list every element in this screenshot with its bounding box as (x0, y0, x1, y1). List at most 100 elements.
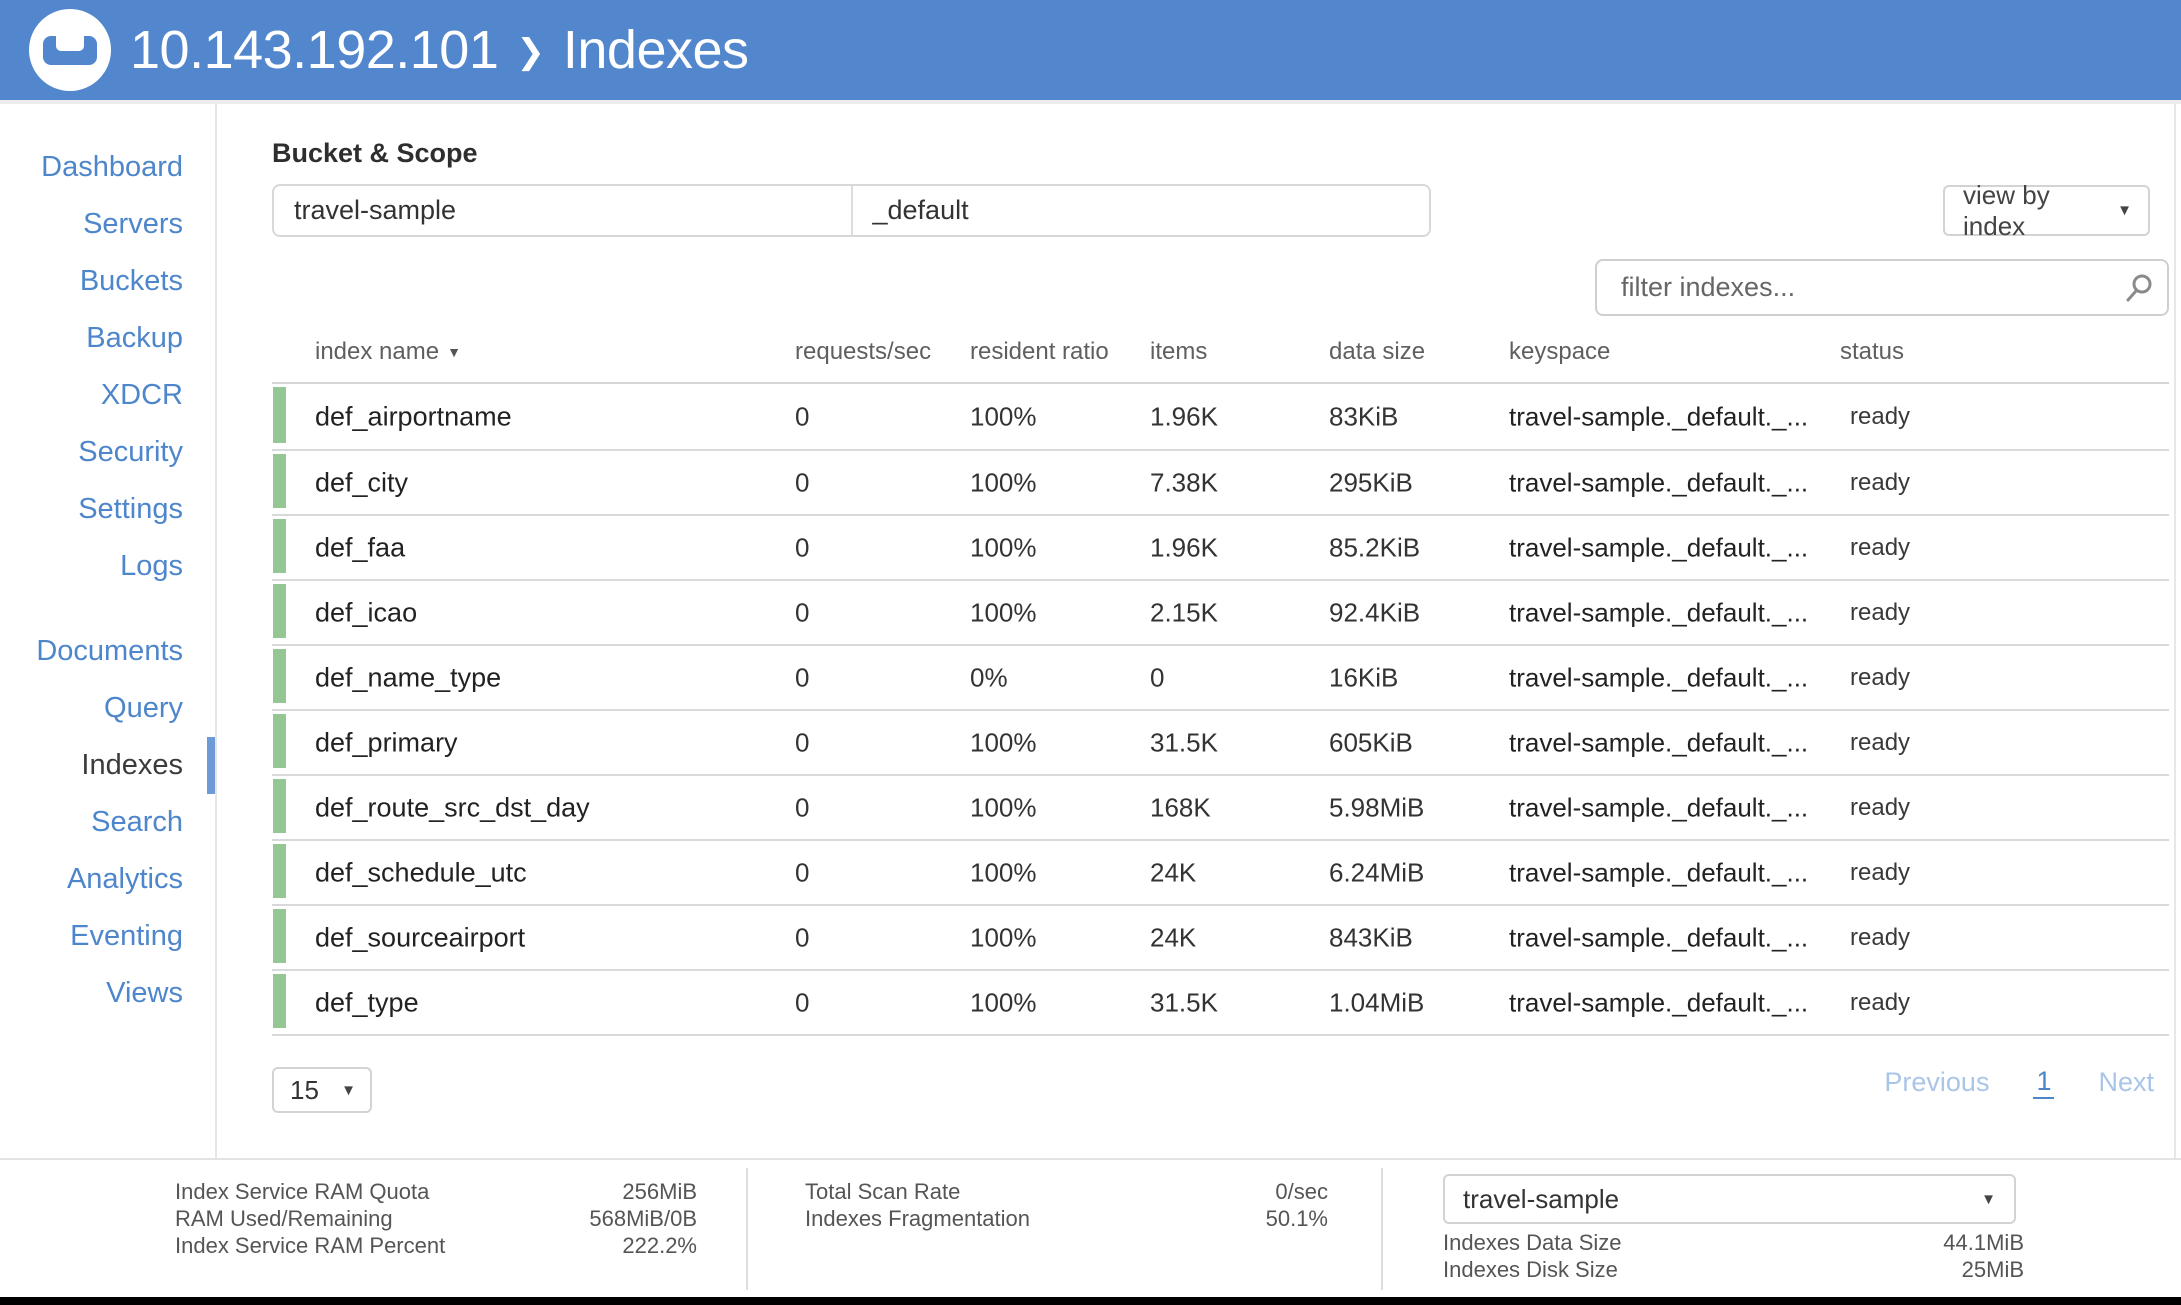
cell-keyspace: travel-sample._default._... (1509, 532, 1809, 562)
bottom-bar (0, 1297, 2181, 1305)
table-row[interactable]: def_type 0 100% 31.5K 1.04MiB travel-sam… (272, 969, 2169, 1034)
chevron-down-icon: ▼ (341, 1081, 356, 1099)
cell-items: 31.5K (1150, 727, 1218, 757)
breadcrumb-separator-icon: ❯ (516, 33, 545, 71)
table-row[interactable]: def_city 0 100% 7.38K 295KiB travel-samp… (272, 449, 2169, 514)
next-page-button[interactable]: Next (2098, 1067, 2154, 1098)
page-title: Indexes (562, 20, 749, 80)
cell-status: ready (1850, 988, 1911, 1016)
index-health-bar (273, 779, 286, 833)
cell-resident-ratio: 0% (970, 662, 1008, 692)
sidebar-item-views[interactable]: Views (0, 965, 215, 1022)
sidebar-item-dashboard[interactable]: Dashboard (0, 139, 215, 196)
cell-status: ready (1850, 793, 1911, 821)
cell-index-name: def_primary (315, 727, 458, 757)
sidebar-item-servers[interactable]: Servers (0, 196, 215, 253)
stats-footer: Index Service RAM Quota 256MiB RAM Used/R… (0, 1158, 2181, 1299)
cell-keyspace: travel-sample._default._... (1509, 922, 1809, 952)
index-health-bar (273, 519, 286, 573)
table-row[interactable]: def_airportname 0 100% 1.96K 83KiB trave… (272, 384, 2169, 449)
sidebar-item-search[interactable]: Search (0, 794, 215, 851)
cell-requests-sec: 0 (795, 532, 810, 562)
cell-requests-sec: 0 (795, 401, 810, 431)
index-health-bar (273, 454, 286, 508)
stat-value: 50.1% (1265, 1206, 1328, 1231)
sort-desc-icon: ▼ (447, 344, 461, 360)
sidebar-item-buckets[interactable]: Buckets (0, 253, 215, 310)
sidebar-item-logs[interactable]: Logs (0, 538, 215, 595)
previous-page-button[interactable]: Previous (1884, 1067, 1989, 1098)
stat-value: 44.1MiB (1943, 1230, 2024, 1255)
cell-resident-ratio: 100% (970, 857, 1037, 887)
column-header-resident-ratio: resident ratio (970, 338, 1109, 365)
sidebar-item-backup[interactable]: Backup (0, 310, 215, 367)
cell-data-size: 295KiB (1329, 467, 1413, 497)
table-row[interactable]: def_name_type 0 0% 0 16KiB travel-sample… (272, 644, 2169, 709)
cell-requests-sec: 0 (795, 792, 810, 822)
content-right-border (2174, 104, 2176, 1297)
table-row[interactable]: def_sourceairport 0 100% 24K 843KiB trav… (272, 904, 2169, 969)
index-health-bar (273, 387, 286, 443)
view-by-index-dropdown[interactable]: view by index ▼ (1943, 180, 2150, 241)
footer-bucket-select[interactable]: travel-sample ▼ (1443, 1174, 2016, 1224)
table-row[interactable]: def_primary 0 100% 31.5K 605KiB travel-s… (272, 709, 2169, 774)
cell-data-size: 16KiB (1329, 662, 1399, 692)
stat-value: 568MiB/0B (589, 1206, 697, 1231)
sidebar-item-indexes[interactable]: Indexes (0, 737, 215, 794)
cell-index-name: def_faa (315, 532, 406, 562)
sidebar-item-documents[interactable]: Documents (0, 623, 215, 680)
cell-status: ready (1850, 858, 1911, 886)
stat-label: Indexes Data Size (1443, 1230, 1622, 1255)
couchbase-console: 10.143.192.101 ❯ Indexes Dashboard Server… (0, 0, 2181, 1305)
stat-value: 0/sec (1275, 1179, 1328, 1204)
cell-items: 31.5K (1150, 987, 1218, 1017)
cell-index-name: def_type (315, 987, 419, 1017)
cell-resident-ratio: 100% (970, 401, 1037, 431)
sidebar-item-settings[interactable]: Settings (0, 481, 215, 538)
cell-items: 1.96K (1150, 401, 1218, 431)
table-row[interactable]: def_schedule_utc 0 100% 24K 6.24MiB trav… (272, 839, 2169, 904)
current-page-button[interactable]: 1 (2033, 1066, 2055, 1099)
stat-label: Index Service RAM Quota (175, 1179, 430, 1204)
sidebar-nav: Dashboard Servers Buckets Backup XDCR Securit… (0, 104, 215, 1022)
sidebar-item-query[interactable]: Query (0, 680, 215, 737)
scope-select[interactable]: _default (850, 186, 1430, 235)
filter-indexes (1595, 259, 2169, 316)
cell-items: 2.15K (1150, 597, 1218, 627)
index-health-bar (273, 974, 286, 1028)
table-row[interactable]: def_route_src_dst_day 0 100% 168K 5.98Mi… (272, 774, 2169, 839)
footer-bucket-value: travel-sample (1463, 1183, 1620, 1214)
table-row[interactable]: def_faa 0 100% 1.96K 85.2KiB travel-samp… (272, 514, 2169, 579)
cell-resident-ratio: 100% (970, 987, 1037, 1017)
table-row[interactable]: def_icao 0 100% 2.15K 92.4KiB travel-sam… (272, 579, 2169, 644)
cell-resident-ratio: 100% (970, 597, 1037, 627)
bucket-select[interactable]: travel-sample (274, 186, 851, 235)
cell-data-size: 83KiB (1329, 401, 1399, 431)
index-health-bar (273, 909, 286, 963)
stat-value: 222.2% (622, 1233, 697, 1258)
index-health-bar (273, 844, 286, 898)
cell-index-name: def_name_type (315, 662, 502, 692)
sidebar-item-analytics[interactable]: Analytics (0, 851, 215, 908)
page-size-select[interactable]: 15 ▼ (272, 1067, 372, 1113)
sidebar-item-xdcr[interactable]: XDCR (0, 367, 215, 424)
index-health-bar (273, 649, 286, 703)
stat-label: Indexes Fragmentation (805, 1206, 1031, 1231)
stat-label: Index Service RAM Percent (175, 1233, 446, 1258)
footer-divider (746, 1168, 748, 1290)
cell-requests-sec: 0 (795, 597, 810, 627)
chevron-down-icon: ▼ (1981, 1190, 1996, 1208)
app-header: 10.143.192.101 ❯ Indexes (0, 0, 2181, 104)
cell-index-name: def_city (315, 467, 409, 497)
filter-indexes-input[interactable] (1595, 259, 2169, 316)
sidebar-item-security[interactable]: Security (0, 424, 215, 481)
cell-status: ready (1850, 663, 1911, 691)
cell-keyspace: travel-sample._default._... (1509, 987, 1809, 1017)
cell-index-name: def_route_src_dst_day (315, 792, 590, 822)
cell-data-size: 843KiB (1329, 922, 1413, 952)
cell-items: 1.96K (1150, 532, 1218, 562)
index-size-stats: Indexes Data Size 44.1MiB Indexes Disk Si… (1443, 1229, 2024, 1283)
cell-requests-sec: 0 (795, 987, 810, 1017)
column-header-index-name[interactable]: index name ▼ (315, 338, 461, 366)
sidebar-item-eventing[interactable]: Eventing (0, 908, 215, 965)
